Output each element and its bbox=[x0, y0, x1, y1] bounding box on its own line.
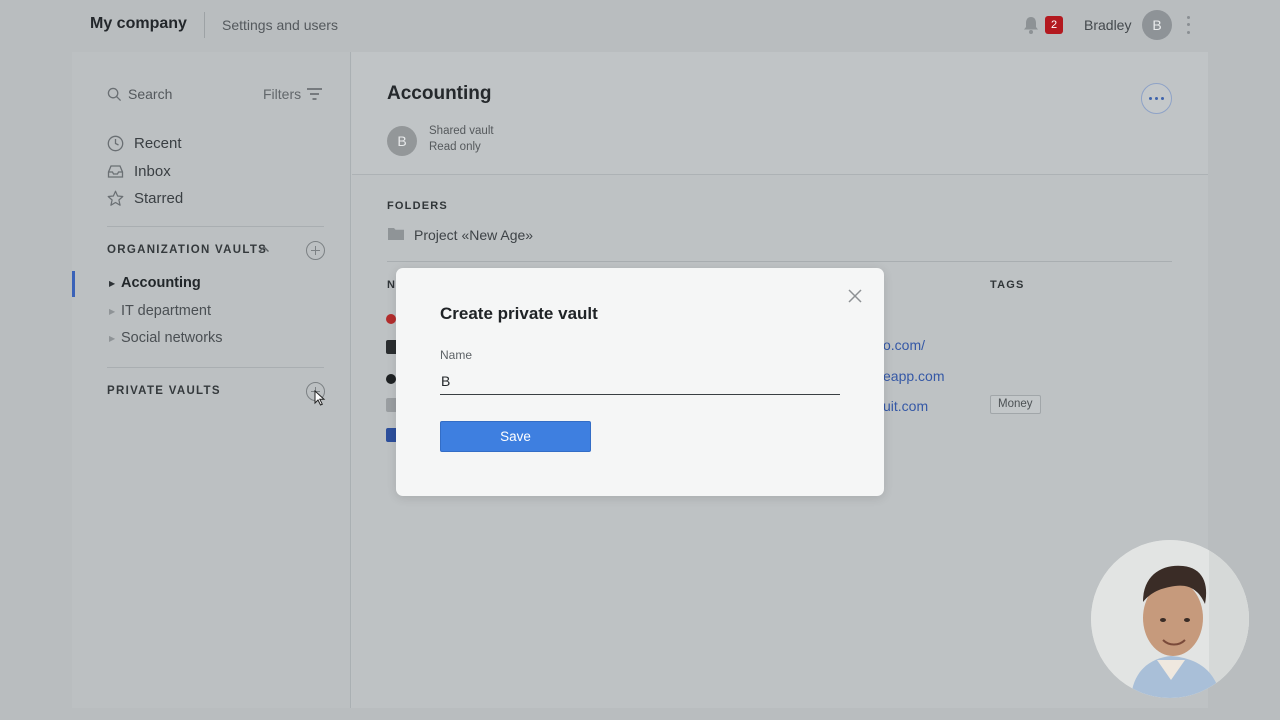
nav-inbox-label: Inbox bbox=[134, 162, 171, 180]
vault-item-social-networks[interactable]: ▶ Social networks bbox=[109, 330, 223, 346]
nav-recent[interactable]: Recent bbox=[107, 133, 182, 153]
item-url[interactable]: uit.com bbox=[883, 398, 928, 414]
vault-item-it-department[interactable]: ▶ IT department bbox=[109, 303, 211, 319]
company-name[interactable]: My company bbox=[90, 15, 187, 33]
folders-heading: FOLDERS bbox=[387, 200, 448, 212]
filter-icon[interactable] bbox=[306, 87, 323, 101]
item-url[interactable]: o.com/ bbox=[883, 337, 925, 353]
organization-vaults-title[interactable]: ORGANIZATION VAULTS bbox=[107, 244, 267, 256]
create-private-vault-dialog: Create private vault Name Save bbox=[396, 268, 884, 496]
mouse-cursor-icon bbox=[314, 390, 326, 406]
content-divider bbox=[387, 261, 1172, 262]
nav-starred[interactable]: Starred bbox=[107, 188, 183, 208]
sidebar-divider bbox=[107, 367, 324, 368]
name-field-label: Name bbox=[440, 348, 473, 362]
column-header-tags: TAGS bbox=[990, 279, 1025, 291]
vault-item-label: IT department bbox=[121, 303, 212, 319]
sidebar-divider bbox=[107, 226, 324, 227]
dialog-title: Create private vault bbox=[440, 304, 598, 323]
caret-right-icon: ▶ bbox=[109, 278, 116, 288]
folder-item[interactable]: Project «New Age» bbox=[414, 227, 533, 243]
search-icon bbox=[107, 87, 122, 102]
more-options-button[interactable] bbox=[1141, 83, 1172, 114]
vault-item-accounting[interactable]: ▶ Accounting bbox=[109, 275, 201, 291]
tag-badge[interactable]: Money bbox=[990, 395, 1041, 414]
chevron-up-icon[interactable] bbox=[258, 245, 270, 253]
active-vault-indicator bbox=[72, 271, 75, 297]
save-button[interactable]: Save bbox=[440, 421, 591, 452]
bell-icon[interactable] bbox=[1021, 15, 1041, 35]
vault-item-label: Accounting bbox=[121, 275, 201, 291]
folder-icon bbox=[388, 228, 404, 240]
add-organization-vault-button[interactable] bbox=[306, 241, 325, 260]
vault-name-input[interactable] bbox=[440, 368, 840, 395]
presenter-video-frame bbox=[1091, 540, 1249, 698]
vault-owner-avatar: B bbox=[387, 126, 417, 156]
item-icon bbox=[386, 314, 396, 324]
vault-header bbox=[352, 52, 1208, 175]
clock-icon bbox=[107, 135, 124, 151]
vault-title: Accounting bbox=[387, 83, 492, 104]
more-vertical-icon[interactable] bbox=[1184, 14, 1192, 36]
star-icon bbox=[107, 190, 124, 206]
nav-recent-label: Recent bbox=[134, 134, 182, 152]
user-avatar[interactable]: B bbox=[1142, 10, 1172, 40]
vault-type: Shared vault bbox=[429, 125, 494, 137]
search-input[interactable]: Search bbox=[128, 86, 172, 102]
column-header-name[interactable]: N bbox=[387, 279, 396, 291]
private-vaults-title: PRIVATE VAULTS bbox=[107, 385, 221, 397]
nav-starred-label: Starred bbox=[134, 189, 184, 207]
notification-count-badge: 2 bbox=[1045, 16, 1063, 34]
topbar-divider bbox=[204, 12, 205, 38]
filters-button[interactable]: Filters bbox=[263, 86, 301, 102]
username[interactable]: Bradley bbox=[1084, 17, 1131, 33]
nav-inbox[interactable]: Inbox bbox=[107, 161, 171, 181]
vault-item-label: Social networks bbox=[121, 330, 223, 346]
item-url[interactable]: eapp.com bbox=[883, 368, 944, 384]
inbox-icon bbox=[107, 164, 124, 178]
item-icon bbox=[386, 374, 396, 384]
settings-and-users-link[interactable]: Settings and users bbox=[222, 17, 338, 33]
webcam-overlay bbox=[1091, 540, 1249, 698]
top-bar: My company Settings and users 2 Bradley … bbox=[0, 0, 1280, 50]
vault-access-level: Read only bbox=[429, 141, 481, 153]
caret-right-icon: ▶ bbox=[109, 306, 116, 316]
close-icon[interactable] bbox=[847, 288, 863, 304]
caret-right-icon: ▶ bbox=[109, 333, 116, 343]
